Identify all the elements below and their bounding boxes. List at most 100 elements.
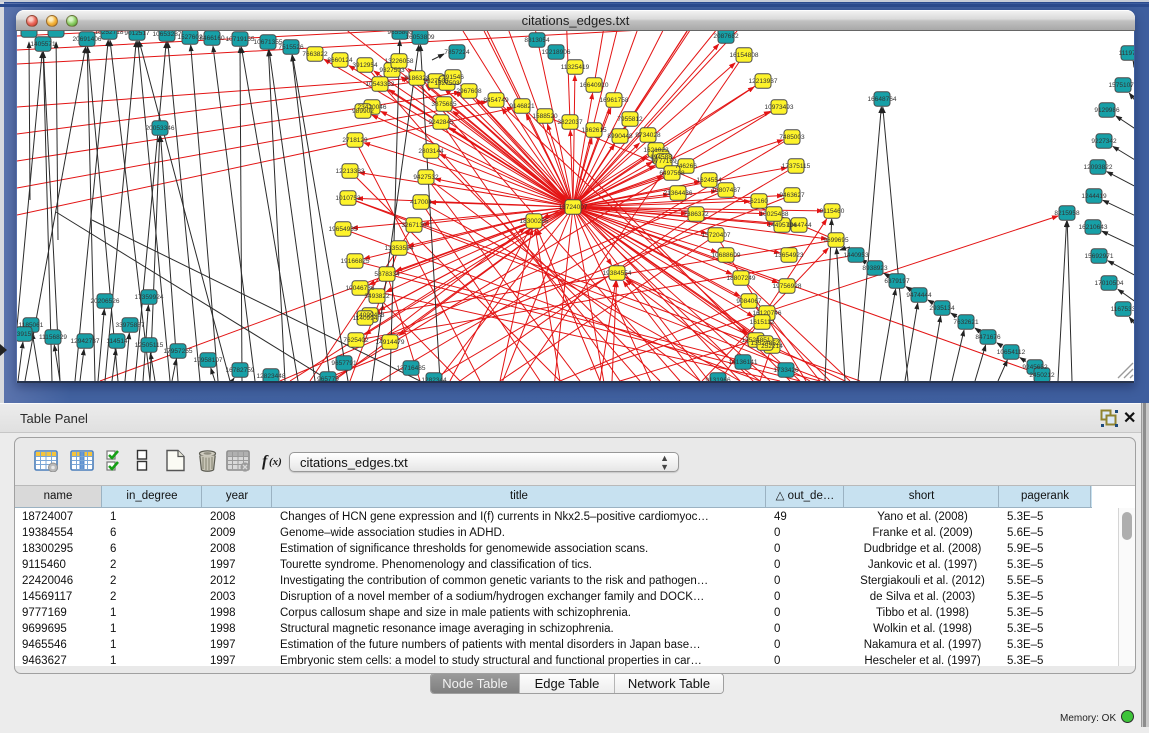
svg-text:12823448: 12823448 — [257, 373, 286, 380]
svg-text:20206526: 20206526 — [91, 298, 120, 305]
svg-text:7632621: 7632621 — [953, 319, 979, 326]
svg-text:10654112: 10654112 — [997, 349, 1026, 356]
svg-text:8466160: 8466160 — [199, 35, 225, 42]
svg-text:19218906: 19218906 — [542, 49, 571, 56]
svg-text:10025488: 10025488 — [760, 211, 789, 218]
svg-text:11156829: 11156829 — [39, 334, 67, 341]
svg-text:10973493: 10973493 — [765, 104, 794, 111]
svg-text:1621022: 1621022 — [643, 147, 669, 154]
svg-text:15692971: 15692971 — [1085, 253, 1114, 260]
svg-text:16640910: 16640910 — [580, 82, 609, 89]
svg-text:9657791: 9657791 — [331, 360, 357, 367]
svg-text:1064744: 1064744 — [786, 222, 812, 229]
svg-text:1615112: 1615112 — [750, 319, 775, 326]
svg-text:939151: 939151 — [17, 331, 35, 338]
svg-text:3822037: 3822037 — [557, 119, 583, 126]
svg-text:965779: 965779 — [317, 376, 339, 381]
svg-text:2718129: 2718129 — [342, 137, 368, 144]
svg-text:3912954: 3912954 — [352, 62, 378, 69]
svg-text:2967608: 2967608 — [456, 88, 482, 95]
svg-text:114514: 114514 — [106, 338, 128, 345]
svg-text:8471676: 8471676 — [975, 334, 1001, 341]
svg-text:1405571: 1405571 — [30, 41, 56, 48]
svg-text:12213383: 12213383 — [336, 168, 365, 175]
svg-text:7857224: 7857224 — [444, 49, 470, 56]
svg-text:62160: 62160 — [750, 198, 768, 205]
svg-text:33975887: 33975887 — [116, 322, 145, 329]
svg-text:15751074: 15751074 — [1109, 82, 1134, 89]
svg-text:9084067: 9084067 — [736, 298, 762, 305]
svg-text:8813054: 8813054 — [524, 37, 550, 44]
svg-text:10046736: 10046736 — [346, 285, 375, 292]
svg-text:1440953: 1440953 — [843, 252, 869, 259]
svg-text:19166825: 19166825 — [341, 258, 370, 265]
svg-text:7955812: 7955812 — [617, 116, 643, 123]
svg-text:16120746: 16120746 — [753, 310, 782, 317]
svg-text:17010504: 17010504 — [1095, 280, 1124, 287]
svg-text:9427532: 9427532 — [413, 174, 439, 181]
svg-text:8215958: 8215958 — [1054, 210, 1080, 217]
svg-text:16154808: 16154808 — [730, 52, 759, 59]
svg-text:9012517: 9012517 — [124, 31, 150, 37]
svg-text:3875685: 3875685 — [431, 101, 457, 108]
svg-text:11325419: 11325419 — [561, 64, 590, 71]
svg-text:12213937: 12213937 — [749, 78, 778, 85]
svg-text:1185061: 1185061 — [19, 322, 44, 329]
svg-text:7386372: 7386372 — [683, 211, 709, 218]
svg-text:13353594: 13353594 — [385, 245, 414, 252]
svg-text:9734028: 9734028 — [635, 132, 661, 139]
svg-text:1733426: 1733426 — [773, 367, 799, 374]
svg-text:10688609: 10688609 — [712, 252, 741, 259]
svg-text:9777169: 9777169 — [651, 158, 677, 165]
svg-text:18724007: 18724007 — [559, 204, 588, 211]
svg-text:9129986: 9129986 — [1094, 107, 1120, 114]
svg-text:13654923: 13654923 — [775, 252, 804, 259]
svg-text:18300295: 18300295 — [520, 218, 549, 225]
svg-text:9699695: 9699695 — [823, 237, 849, 244]
svg-text:10958107: 10958107 — [194, 357, 223, 364]
svg-text:9474444: 9474444 — [906, 292, 932, 299]
svg-text:8938923: 8938923 — [862, 265, 888, 272]
svg-text:19756928: 19756928 — [773, 283, 802, 290]
svg-text:1624554: 1624554 — [696, 177, 722, 184]
svg-text:13226058: 13226058 — [385, 58, 414, 65]
svg-text:2803144: 2803144 — [418, 148, 444, 155]
svg-text:1362615: 1362615 — [581, 127, 607, 134]
svg-text:746266: 746266 — [675, 163, 697, 170]
svg-text:20691406: 20691406 — [73, 36, 102, 43]
svg-text:9245652: 9245652 — [1022, 364, 1048, 371]
svg-text:1588520: 1588520 — [532, 113, 558, 120]
svg-text:7625402: 7625402 — [343, 337, 369, 344]
svg-text:1327503: 1327503 — [434, 80, 460, 87]
svg-text:111974: 111974 — [1119, 50, 1134, 57]
svg-text:18252718: 18252718 — [95, 31, 124, 36]
svg-text:989902: 989902 — [352, 108, 374, 115]
svg-text:9227342: 9227342 — [1091, 138, 1117, 145]
svg-text:7485003: 7485003 — [779, 134, 805, 141]
svg-text:7663822: 7663822 — [302, 51, 328, 58]
svg-text:1244419: 1244419 — [1081, 193, 1107, 200]
svg-text:14914479: 14914479 — [376, 339, 405, 346]
svg-text:21364436: 21364436 — [664, 190, 693, 197]
svg-text:8990448: 8990448 — [607, 133, 633, 140]
svg-text:8660124: 8660124 — [327, 57, 353, 64]
svg-text:16782759: 16782759 — [226, 367, 255, 374]
svg-text:14136141: 14136141 — [729, 359, 758, 366]
svg-text:17359924: 17359924 — [135, 294, 164, 301]
svg-text:16961758: 16961758 — [600, 97, 629, 104]
svg-text:2450212: 2450212 — [1029, 372, 1055, 379]
svg-text:16053809: 16053809 — [406, 34, 435, 41]
svg-text:15720407: 15720407 — [702, 232, 731, 239]
svg-text:(x): (x) — [269, 456, 282, 468]
svg-text:2087682: 2087682 — [713, 33, 739, 40]
svg-text:6497568: 6497568 — [659, 170, 685, 177]
svg-text:12942737: 12942737 — [71, 338, 100, 345]
svg-text:1010753: 1010753 — [335, 195, 361, 202]
svg-text:20053346: 20053346 — [146, 125, 175, 132]
svg-text:13524852: 13524852 — [751, 340, 780, 347]
svg-text:18807249: 18807249 — [727, 275, 756, 282]
svg-text:6379197: 6379197 — [884, 278, 910, 285]
svg-text:12505115: 12505115 — [135, 342, 164, 349]
svg-text:1167533: 1167533 — [1111, 306, 1134, 313]
svg-text:f: f — [262, 453, 269, 470]
